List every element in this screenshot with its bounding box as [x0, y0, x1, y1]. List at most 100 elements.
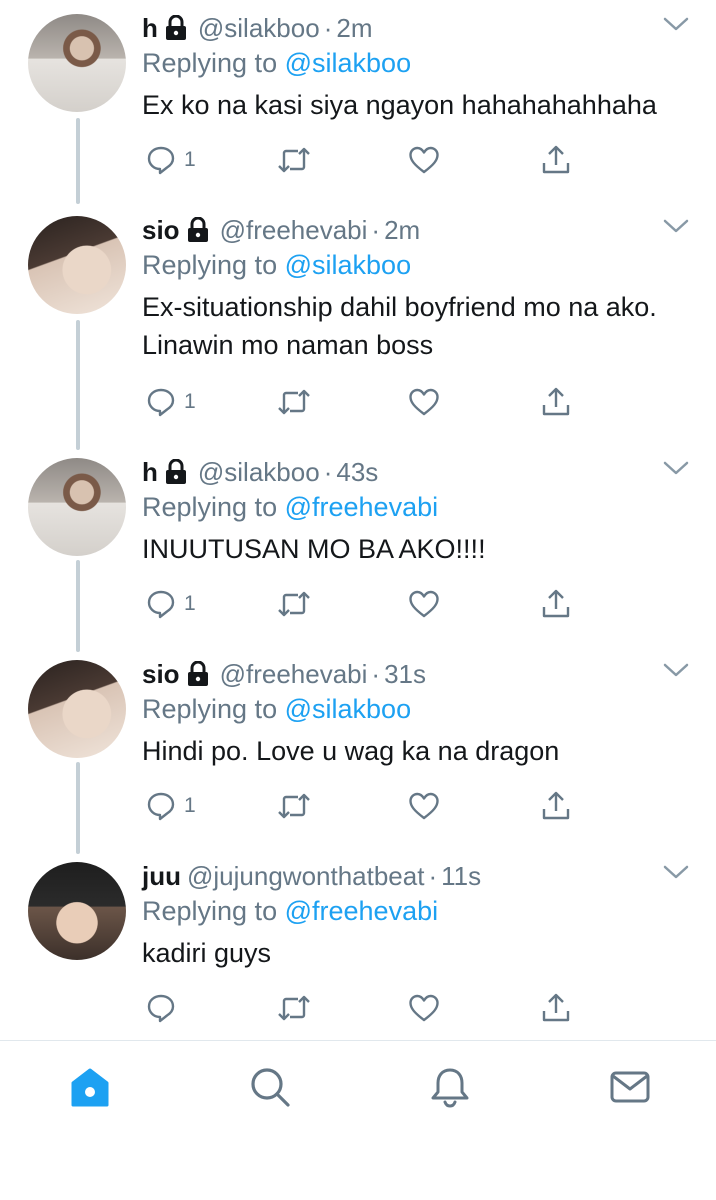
tweet[interactable]: sio @freehevabi · 31s Replying to @silak… [0, 646, 716, 846]
heart-icon [409, 388, 439, 416]
avatar[interactable] [28, 216, 126, 314]
messages-icon [610, 1071, 650, 1103]
protected-lock-icon [164, 14, 188, 41]
chevron-down-icon[interactable] [662, 862, 690, 882]
notifications-icon [431, 1068, 469, 1108]
share-icon [542, 387, 570, 416]
tweet-header: juu @jujungwonthatbeat · 11s [142, 858, 481, 894]
share-icon [542, 145, 570, 174]
timestamp[interactable]: 31s [384, 659, 426, 690]
display-name[interactable]: sio [142, 659, 180, 690]
chevron-down-icon[interactable] [662, 14, 690, 34]
tweet-header: h @silakboo · 43s [142, 454, 378, 490]
share-button[interactable] [540, 384, 572, 420]
tweet-actions [146, 990, 586, 1026]
timestamp[interactable]: 2m [384, 215, 420, 246]
reply-icon [147, 994, 175, 1023]
retweet-button[interactable] [276, 990, 312, 1026]
reply-icon [147, 792, 175, 821]
avatar[interactable] [28, 660, 126, 758]
tweet[interactable]: h @silakboo · 43s Replying to @freehevab… [0, 444, 716, 644]
replying-to-handle[interactable]: @freehevabi [285, 896, 439, 926]
replying-to-handle[interactable]: @silakboo [285, 250, 411, 280]
replying-to: Replying to @freehevabi [142, 896, 438, 927]
share-button[interactable] [540, 586, 572, 622]
replying-to-handle[interactable]: @silakboo [285, 48, 411, 78]
replying-to: Replying to @silakboo [142, 250, 411, 281]
timestamp[interactable]: 43s [336, 457, 378, 488]
avatar[interactable] [28, 862, 126, 960]
retweet-icon [278, 591, 310, 617]
retweet-icon [278, 793, 310, 819]
home-icon [71, 1068, 109, 1107]
retweet-icon [278, 995, 310, 1021]
like-button[interactable] [408, 384, 440, 420]
username[interactable]: @jujungwonthatbeat [187, 861, 424, 892]
chevron-down-icon[interactable] [662, 458, 690, 478]
replying-to-label: Replying to [142, 896, 278, 926]
tweet-text: INUUTUSAN MO BA AKO!!!! [142, 534, 486, 564]
reply-button[interactable]: 1 [146, 384, 196, 420]
replying-to-handle[interactable]: @silakboo [285, 694, 411, 724]
reply-icon [147, 590, 175, 619]
replying-to-handle[interactable]: @freehevabi [285, 492, 439, 522]
share-button[interactable] [540, 788, 572, 824]
avatar[interactable] [28, 14, 126, 112]
tab-home[interactable] [68, 1065, 112, 1109]
timestamp[interactable]: 2m [336, 13, 372, 44]
reply-button[interactable]: 1 [146, 586, 196, 622]
tweet[interactable]: sio @freehevabi · 2m Replying to @silakb… [0, 202, 716, 442]
reply-count: 1 [184, 794, 196, 817]
retweet-button[interactable] [276, 384, 312, 420]
display-name[interactable]: juu [142, 861, 181, 892]
replying-to-label: Replying to [142, 250, 278, 280]
heart-icon [409, 146, 439, 174]
heart-icon [409, 792, 439, 820]
tweet-header: sio @freehevabi · 31s [142, 656, 426, 692]
retweet-button[interactable] [276, 586, 312, 622]
like-button[interactable] [408, 586, 440, 622]
reply-button[interactable] [146, 990, 184, 1026]
tab-notifications[interactable] [428, 1065, 472, 1109]
share-button[interactable] [540, 990, 572, 1026]
username[interactable]: @silakboo [198, 13, 320, 44]
like-button[interactable] [408, 788, 440, 824]
bottom-tab-bar [0, 1040, 716, 1200]
replying-to-label: Replying to [142, 694, 278, 724]
tab-search[interactable] [248, 1065, 292, 1109]
username[interactable]: @freehevabi [220, 215, 368, 246]
timestamp[interactable]: 11s [441, 861, 481, 892]
like-button[interactable] [408, 142, 440, 178]
tweet-header: sio @freehevabi · 2m [142, 212, 420, 248]
tweet[interactable]: h @silakboo · 2m Replying to @silakboo E… [0, 0, 716, 200]
tweet-text: kadiri guys [142, 938, 272, 968]
reply-button[interactable]: 1 [146, 142, 196, 178]
retweet-button[interactable] [276, 142, 312, 178]
reply-icon [147, 146, 175, 175]
share-icon [542, 589, 570, 618]
display-name[interactable]: sio [142, 215, 180, 246]
replying-to-label: Replying to [142, 48, 278, 78]
username[interactable]: @silakboo [198, 457, 320, 488]
username[interactable]: @freehevabi [220, 659, 368, 690]
avatar[interactable] [28, 458, 126, 556]
chevron-down-icon[interactable] [662, 216, 690, 236]
retweet-button[interactable] [276, 788, 312, 824]
like-button[interactable] [408, 990, 440, 1026]
tweet[interactable]: juu @jujungwonthatbeat · 11s Replying to… [0, 848, 716, 1038]
separator-dot: · [323, 12, 333, 43]
heart-icon [409, 994, 439, 1022]
tweet-text: Ex-situationship dahil boyfriend mo na a… [142, 292, 657, 360]
reply-button[interactable]: 1 [146, 788, 196, 824]
share-button[interactable] [540, 142, 572, 178]
replying-to: Replying to @silakboo [142, 48, 411, 79]
display-name[interactable]: h [142, 457, 158, 488]
reply-count: 1 [184, 592, 196, 615]
tab-messages[interactable] [608, 1065, 652, 1109]
heart-icon [409, 590, 439, 618]
replying-to: Replying to @freehevabi [142, 492, 438, 523]
chevron-down-icon[interactable] [662, 660, 690, 680]
tweet-actions: 1 [146, 384, 586, 420]
display-name[interactable]: h [142, 13, 158, 44]
separator-dot: · [371, 658, 381, 689]
